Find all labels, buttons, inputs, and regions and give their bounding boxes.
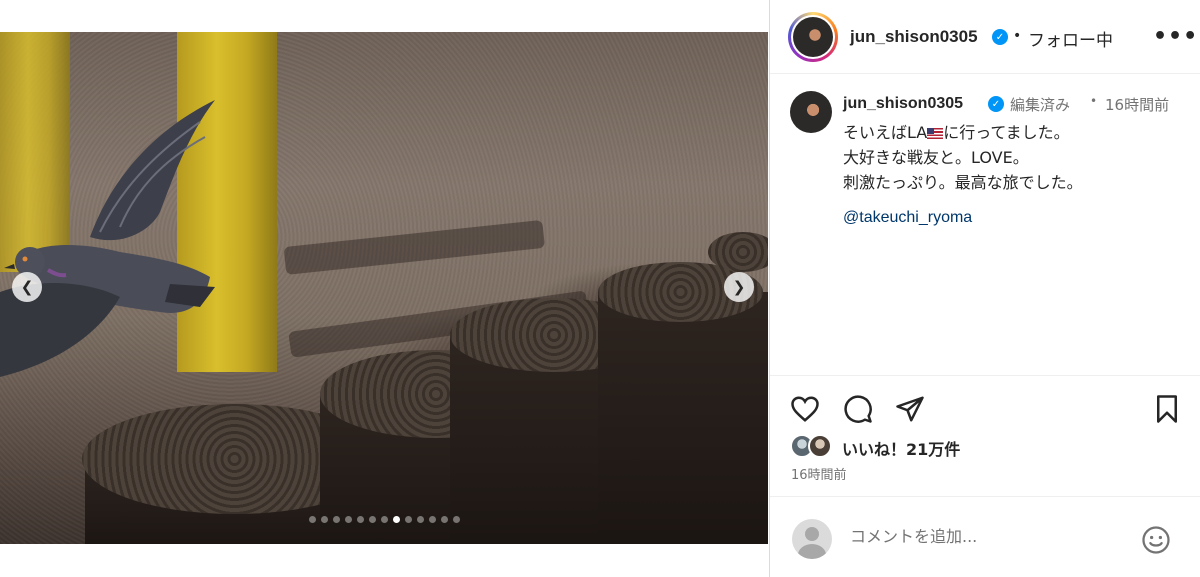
share-icon[interactable] (895, 394, 925, 424)
post-photo[interactable]: ❮ ❯ (0, 32, 768, 544)
caption-separator: • (1090, 94, 1098, 108)
more-options-icon[interactable]: ••• (1153, 24, 1198, 49)
actions-section: いいね！21万件 16時間前 (770, 375, 1200, 495)
liker-avatar (808, 434, 832, 458)
carousel-prev-button[interactable]: ❮ (12, 272, 42, 302)
photo-pigeon (0, 100, 215, 377)
media-frame: ❮ ❯ (0, 0, 770, 577)
carousel-dot (380, 516, 388, 523)
carousel-next-button[interactable]: ❯ (724, 272, 754, 302)
carousel-dot (440, 516, 448, 523)
caption-line: 刺激たっぷり。最高な旅でした。 (843, 173, 1083, 192)
caption-line: そいえばLA に行ってました。 (843, 119, 1070, 143)
verified-badge-icon: ✓ (988, 96, 1004, 112)
avatar[interactable] (788, 12, 838, 62)
carousel-dot (332, 516, 340, 523)
avatar-head (805, 527, 819, 541)
carousel-dot (320, 516, 328, 523)
comment-icon[interactable] (843, 394, 873, 424)
comment-bar (770, 496, 1200, 577)
heart-icon[interactable] (790, 394, 820, 424)
following-button[interactable]: フォロー中 (1028, 26, 1113, 51)
carousel-dot (428, 516, 436, 523)
carousel-dot (308, 516, 316, 523)
chevron-right-icon: ❯ (732, 278, 746, 296)
likes-avatars[interactable] (790, 434, 840, 460)
comment-input[interactable] (850, 527, 1130, 546)
emoji-icon[interactable] (1141, 525, 1171, 555)
avatar-image (793, 17, 833, 57)
caption-username[interactable]: jun_shison0305 (843, 95, 963, 113)
carousel-dot (392, 516, 400, 523)
chevron-left-icon: ❮ (20, 278, 34, 296)
mention-link[interactable]: @takeuchi_ryoma (843, 209, 972, 227)
carousel-dot-indicators (0, 516, 768, 523)
header-separator: • (1013, 28, 1022, 44)
carousel-dot (452, 516, 460, 523)
bookmark-icon[interactable] (1152, 394, 1182, 424)
us-flag-icon (927, 128, 944, 139)
avatar-body (798, 544, 826, 559)
caption-section: jun_shison0305 ✓ 編集済み • 16時間前 そいえばLA に行って… (770, 75, 1200, 375)
post-panel: jun_shison0305 ✓ • フォロー中 ••• jun_shison0… (769, 0, 1200, 577)
caption-text: に行ってました。 (943, 123, 1070, 142)
post-header: jun_shison0305 ✓ • フォロー中 ••• (770, 0, 1200, 74)
carousel-dot (344, 516, 352, 523)
carousel-dot (416, 516, 424, 523)
edited-label: 編集済み (1010, 96, 1071, 114)
carousel-dot (368, 516, 376, 523)
post-time[interactable]: 16時間前 (791, 464, 847, 483)
carousel-dot (404, 516, 412, 523)
photo-stump (598, 292, 768, 544)
caption-line: 大好きな戦友と。LOVE。 (843, 148, 1029, 167)
header-username[interactable]: jun_shison0305 (850, 27, 978, 47)
caption-avatar[interactable] (790, 91, 832, 133)
likes-count[interactable]: いいね！21万件 (842, 436, 960, 460)
verified-badge-icon: ✓ (992, 29, 1008, 45)
caption-time[interactable]: 16時間前 (1105, 94, 1169, 115)
caption-text: そいえばLA (843, 123, 928, 142)
avatar-border (791, 15, 835, 59)
carousel-dot (356, 516, 364, 523)
current-user-avatar (792, 519, 832, 559)
